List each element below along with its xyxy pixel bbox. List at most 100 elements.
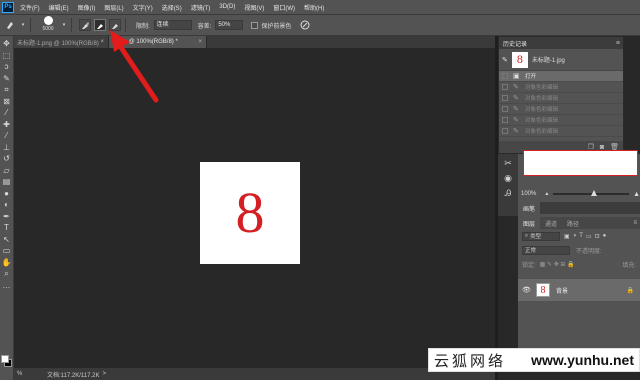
navigator-zoom-value[interactable]: 100% xyxy=(521,191,536,197)
hand-tool-icon[interactable]: ✋ xyxy=(1,257,13,268)
tab-document-1[interactable]: 未标题-1.png @ 100%(RGB/8) × xyxy=(14,36,109,48)
filter-shape-icon[interactable]: ▭ xyxy=(586,233,592,240)
layer-row-background[interactable]: 👁 8 背景 🔒 xyxy=(518,279,640,301)
menu-help[interactable]: 帮助(H) xyxy=(304,3,324,12)
history-item[interactable]: ✎ 对象色彩编辑 xyxy=(499,104,623,115)
menu-window[interactable]: 窗口(W) xyxy=(273,3,295,12)
marquee-tool-icon[interactable]: ⬚ xyxy=(1,50,13,61)
pen-tool-icon[interactable]: ✒ xyxy=(1,211,13,222)
history-brush-source-box[interactable] xyxy=(502,128,508,134)
history-panel-title[interactable]: 历史记录 xyxy=(503,39,527,48)
type-tool-icon[interactable]: T xyxy=(1,222,13,233)
history-snapshot[interactable]: ✎ 8 未标题-1.jpg xyxy=(499,49,623,71)
eraser-tool-icon[interactable]: ▱ xyxy=(1,165,13,176)
eyedropper-tool-icon[interactable]: ⁄ xyxy=(1,107,13,118)
menu-layer[interactable]: 图层(L) xyxy=(104,3,123,12)
zoom-slider-knob[interactable] xyxy=(591,190,598,196)
filter-pixel-icon[interactable]: ▣ xyxy=(564,233,570,240)
brush-preset-picker[interactable]: 5000 xyxy=(39,16,57,34)
filter-smart-icon[interactable]: ⊡ xyxy=(595,233,600,240)
dodge-tool-icon[interactable]: ◐ xyxy=(1,199,13,210)
document-canvas[interactable]: 8 xyxy=(200,162,300,264)
sampling-continuous-button[interactable] xyxy=(79,19,91,31)
path-select-tool-icon[interactable]: ↖ xyxy=(1,234,13,245)
zoom-out-icon[interactable]: ▲ xyxy=(544,191,549,197)
tolerance-label: 容差: xyxy=(197,23,212,30)
history-brush-source-box[interactable] xyxy=(502,95,508,101)
panel-menu-icon[interactable]: ≡ xyxy=(633,220,637,226)
zoom-tool-icon[interactable]: ⌕ xyxy=(1,268,13,279)
chevron-down-icon[interactable]: ▾ xyxy=(61,19,67,31)
history-item[interactable]: ✎ 对象色彩编辑 xyxy=(499,93,623,104)
move-tool-icon[interactable]: ✥ xyxy=(1,38,13,49)
healing-brush-tool-icon[interactable]: ✚ xyxy=(1,119,13,130)
brush-stroke-icon: ✎ xyxy=(513,106,519,113)
shape-tool-icon[interactable]: ▭ xyxy=(1,245,13,256)
zoom-level[interactable]: % xyxy=(17,371,41,377)
history-brush-source-box[interactable] xyxy=(502,117,508,123)
menu-edit[interactable]: 编辑(E) xyxy=(49,3,69,12)
filter-type-icon[interactable]: T xyxy=(579,233,583,240)
menu-select[interactable]: 选择(S) xyxy=(162,3,182,12)
character-icon[interactable]: Ꭿ xyxy=(502,187,514,199)
eye-icon[interactable]: 👁 xyxy=(522,286,534,294)
quick-select-tool-icon[interactable]: ✎ xyxy=(1,73,13,84)
tab-brush[interactable]: 画笔 xyxy=(518,202,541,214)
menu-3d[interactable]: 3D(D) xyxy=(219,4,235,10)
history-item[interactable]: ✎ 对象色彩编辑 xyxy=(499,126,623,137)
layer-kind-label: 类型 xyxy=(530,234,542,240)
blend-opacity-row: 正常 不透明度: xyxy=(518,243,640,257)
brush-size-value: 5000 xyxy=(42,26,54,32)
status-menu-arrow[interactable]: > xyxy=(102,371,106,377)
chevron-down-icon[interactable]: ▾ xyxy=(20,19,26,31)
info-icon[interactable]: ◉ xyxy=(502,172,514,184)
history-item[interactable]: ✎ 对象色彩编辑 xyxy=(499,82,623,93)
zoom-slider[interactable] xyxy=(553,190,630,196)
history-brush-tool-icon[interactable]: ↺ xyxy=(1,153,13,164)
blur-tool-icon[interactable]: ● xyxy=(1,188,13,199)
filter-toggle-icon[interactable]: ● xyxy=(603,233,607,240)
zoom-in-icon[interactable]: ▲ xyxy=(633,191,640,198)
menu-view[interactable]: 视图(V) xyxy=(244,3,264,12)
tab-label: 未标题-1.png @ 100%(RGB/8) xyxy=(17,40,99,47)
panel-menu-icon[interactable]: ≡ xyxy=(616,40,620,47)
brush-tool-icon[interactable]: ⁄ xyxy=(1,130,13,141)
lock-icons[interactable]: ▦ ✎ ✥ ⊞ 🔒 xyxy=(540,261,575,268)
watermark-chinese-text: 云狐网络 xyxy=(434,351,507,370)
brush-source-icon[interactable]: ✎ xyxy=(502,56,508,64)
tolerance-input[interactable]: 50% xyxy=(215,20,244,30)
frame-tool-icon[interactable]: ⊠ xyxy=(1,96,13,107)
panel-icon-column: ✂ ◉ Ꭿ xyxy=(498,154,518,216)
status-bar: % 文档:117.2K/117.2K > xyxy=(14,368,495,380)
history-brush-source-box[interactable] xyxy=(502,106,508,112)
tool-presets-icon[interactable]: ✂ xyxy=(502,157,514,169)
history-brush-source-box[interactable] xyxy=(502,73,508,79)
brush-dot-icon xyxy=(43,16,53,25)
menu-filter[interactable]: 滤镜(T) xyxy=(191,3,211,12)
protect-fg-checkbox[interactable] xyxy=(251,21,259,29)
history-item[interactable]: ✎ 对象色彩编辑 xyxy=(499,115,623,126)
pressure-icon[interactable] xyxy=(299,19,311,31)
menu-type[interactable]: 文字(Y) xyxy=(133,3,153,12)
blend-mode-select[interactable]: 正常 xyxy=(522,245,570,255)
tab-paths[interactable]: 路径 xyxy=(562,217,584,229)
menu-image[interactable]: 图像(I) xyxy=(78,3,96,12)
tab-channels[interactable]: 通道 xyxy=(540,217,562,229)
history-item[interactable]: ▣ 打开 xyxy=(499,71,623,82)
filter-adjust-icon[interactable]: ◑ xyxy=(573,233,577,240)
lasso-tool-icon[interactable]: ↄ xyxy=(1,61,13,72)
tab-layers[interactable]: 图层 xyxy=(518,217,541,229)
layer-kind-filter[interactable]: ⌕ 类型 xyxy=(522,231,560,241)
search-icon: ⌕ xyxy=(525,232,529,239)
menu-file[interactable]: 文件(F) xyxy=(20,3,40,12)
navigator-preview[interactable] xyxy=(523,150,638,176)
close-icon[interactable]: × xyxy=(198,39,202,45)
history-brush-source-box[interactable] xyxy=(502,84,508,90)
gradient-tool-icon[interactable]: ▤ xyxy=(1,176,13,187)
foreground-color-swatch[interactable] xyxy=(1,355,9,363)
tool-preset-icon[interactable] xyxy=(4,19,16,31)
lock-icon: 🔒 xyxy=(626,287,634,294)
crop-tool-icon[interactable]: ⌗ xyxy=(1,84,13,95)
more-tools-icon[interactable]: … xyxy=(1,280,13,291)
clone-stamp-tool-icon[interactable]: ⊥ xyxy=(1,142,13,153)
